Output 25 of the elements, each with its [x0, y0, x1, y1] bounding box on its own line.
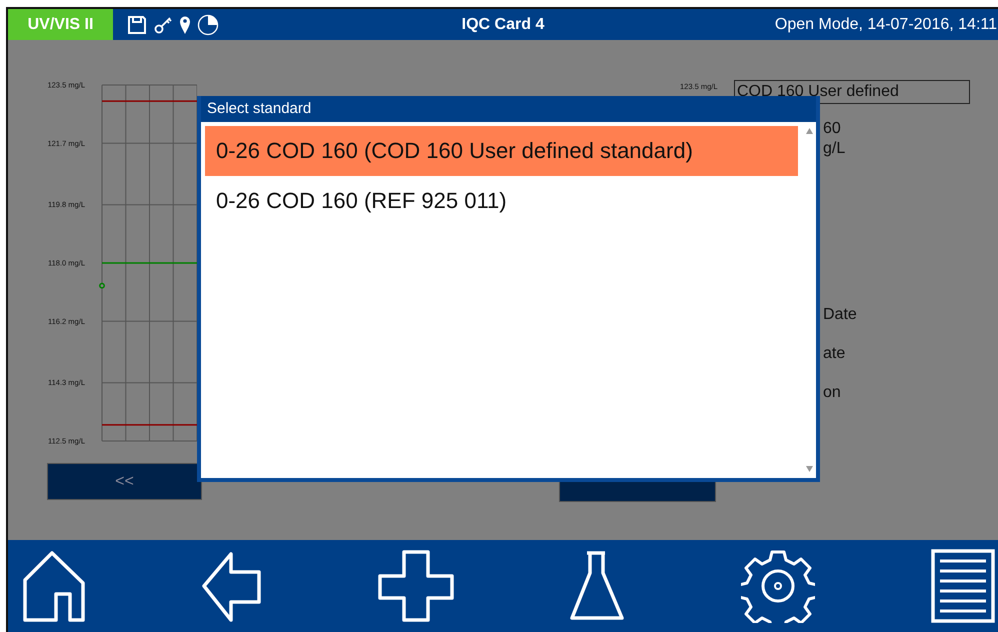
info-label: ate [823, 345, 846, 363]
scroll-down-icon[interactable] [806, 466, 813, 472]
location-pin-icon[interactable] [179, 14, 191, 34]
info-label: on [823, 384, 841, 402]
dialog-title: Select standard [207, 100, 312, 117]
info-label: 60 [823, 120, 841, 138]
device-label: UV/VIS II [8, 9, 113, 40]
scroll-up-icon[interactable] [806, 128, 813, 134]
info-label: Date [823, 306, 857, 324]
list-icon[interactable] [930, 549, 995, 623]
flask-icon[interactable] [569, 550, 626, 622]
status-text: Open Mode, 14-07-2016, 14:11 [774, 16, 998, 34]
data-point [99, 282, 105, 289]
pie-chart-icon[interactable] [197, 14, 219, 36]
add-icon[interactable] [378, 550, 454, 622]
info-label: g/L [823, 140, 846, 158]
key-icon[interactable] [153, 14, 173, 34]
home-icon[interactable] [22, 550, 86, 622]
back-arrow-icon[interactable] [202, 550, 262, 622]
standard-item[interactable]: 0-26 COD 160 (COD 160 User defined standard) [205, 126, 798, 176]
settings-icon[interactable] [741, 549, 816, 623]
previous-button[interactable]: << [47, 463, 202, 500]
save-icon[interactable] [127, 14, 147, 34]
screen-title: IQC Card 4 [462, 16, 544, 32]
standard-item[interactable]: 0-26 COD 160 (REF 925 011) [205, 176, 798, 226]
